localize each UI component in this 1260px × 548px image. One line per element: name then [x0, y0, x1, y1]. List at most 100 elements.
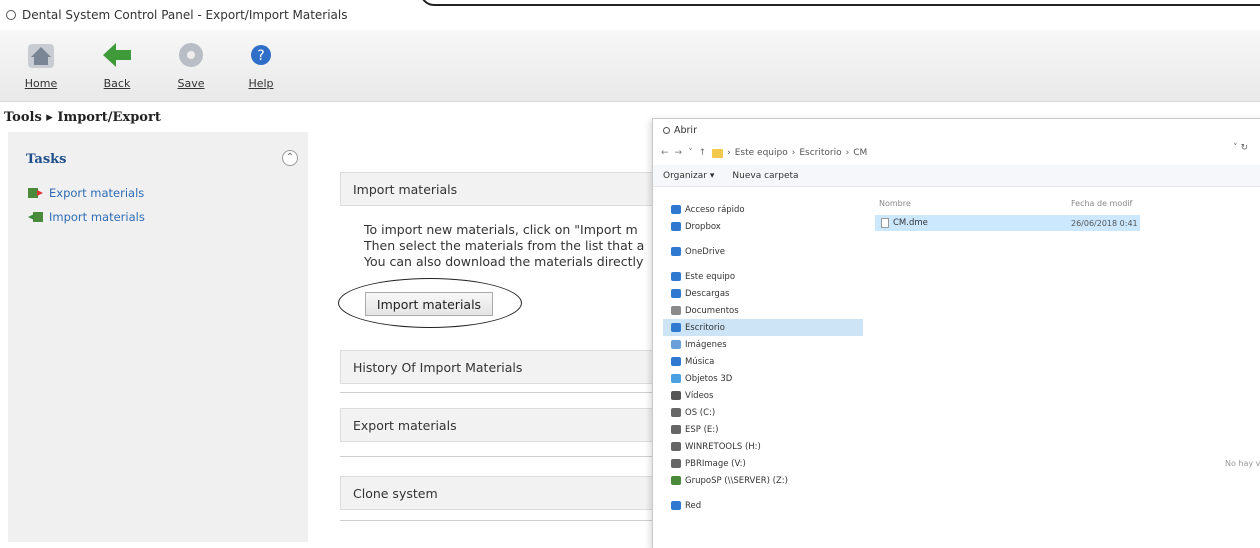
refresh-icon[interactable]: ˅ ↻	[1233, 143, 1248, 153]
app-icon	[6, 10, 16, 20]
home-button[interactable]: Home	[16, 34, 66, 96]
dialog-command-bar: Organizar ▾ Nueva carpeta	[653, 165, 1260, 187]
nav-item-label: Acceso rápido	[685, 204, 745, 215]
nav-item[interactable]: OS (C:)	[667, 404, 867, 421]
nav-item[interactable]: Vídeos	[667, 387, 867, 404]
nav-item[interactable]: PBRImage (V:)	[667, 455, 867, 472]
nav-item[interactable]: ESP (E:)	[667, 421, 867, 438]
export-icon	[28, 188, 43, 198]
path-segment[interactable]: Escritorio	[799, 148, 841, 158]
path-segment[interactable]: Este equipo	[735, 148, 788, 158]
sidebar-item-export-materials[interactable]: Export materials	[28, 186, 144, 200]
nav-item-label: OS (C:)	[685, 407, 716, 418]
nav-item[interactable]: Descargas	[667, 285, 867, 302]
drive-icon	[671, 425, 681, 434]
dialog-titlebar: Abrir	[653, 119, 1260, 141]
home-label: Home	[24, 77, 58, 90]
save-icon	[174, 38, 208, 72]
address-bar[interactable]: ← → ˅ ↑ › Este equipo › Escritorio › CM	[653, 141, 1260, 165]
cube-icon	[671, 374, 681, 383]
nav-item[interactable]: Documentos	[667, 302, 867, 319]
drive-icon	[671, 442, 681, 451]
dialog-app-icon	[663, 126, 670, 134]
collapse-chevron-icon[interactable]: ⌃	[282, 150, 298, 166]
breadcrumb: Tools ▸ Import/Export	[4, 110, 161, 125]
empty-preview-note: No hay ve	[1225, 459, 1260, 468]
nav-item-label: Dropbox	[685, 221, 721, 232]
nav-item[interactable]: Este equipo	[667, 268, 867, 285]
navigation-pane: Acceso rápido Dropbox OneDrive Este equipo D…	[663, 201, 867, 514]
nav-item[interactable]: Dropbox	[667, 218, 867, 235]
new-folder-button[interactable]: Nueva carpeta	[732, 171, 798, 181]
file-icon	[881, 218, 889, 228]
sidebar: Tasks ⌃ Export materials Import material…	[8, 132, 308, 542]
back-arrow-icon	[100, 38, 134, 72]
organize-button[interactable]: Organizar ▾	[663, 171, 714, 181]
nav-item-label: Objetos 3D	[685, 373, 733, 384]
drive-icon	[671, 459, 681, 468]
folder-icon	[712, 148, 724, 158]
section-title: Import materials	[353, 181, 458, 197]
tasks-title: Tasks	[26, 152, 67, 167]
cloud-icon	[671, 247, 681, 256]
back-nav-icon[interactable]: ←	[661, 148, 669, 158]
svg-text:?: ?	[257, 48, 264, 64]
nav-item-label: Este equipo	[685, 271, 736, 282]
path-segment[interactable]: CM	[853, 148, 867, 158]
import-icon	[28, 212, 43, 222]
nav-item[interactable]: OneDrive	[667, 243, 867, 260]
help-button[interactable]: ? Help	[236, 34, 286, 96]
help-label: Help	[248, 77, 274, 90]
dropbox-icon	[671, 222, 681, 231]
network-drive-icon	[671, 476, 681, 485]
home-icon	[24, 38, 58, 72]
import-description: To import new materials, click on "Impor…	[364, 222, 644, 270]
column-header-date[interactable]: Fecha de modif	[1071, 199, 1132, 208]
back-label: Back	[103, 77, 131, 90]
path-breadcrumb[interactable]: › Este equipo › Escritorio › CM	[712, 148, 867, 158]
file-row[interactable]: CM.dme 26/06/2018 0:41	[875, 215, 1140, 231]
image-icon	[671, 340, 681, 349]
column-header-name[interactable]: Nombre	[879, 199, 911, 208]
nav-item-label: GrupoSP (\\SERVER) (Z:)	[685, 475, 788, 486]
music-icon	[671, 357, 681, 366]
up-arrow-icon[interactable]: ↑	[699, 148, 707, 158]
save-button[interactable]: Save	[166, 34, 216, 96]
nav-item[interactable]: Música	[667, 353, 867, 370]
forward-nav-icon[interactable]: →	[675, 148, 683, 158]
computer-icon	[671, 272, 681, 281]
nav-item-label: Red	[685, 500, 702, 511]
nav-item-label: PBRImage (V:)	[685, 458, 746, 469]
sidebar-item-label: Export materials	[49, 186, 145, 200]
import-desc-line: Then select the materials from the list …	[364, 238, 645, 253]
file-date: 26/06/2018 0:41	[1071, 218, 1138, 228]
nav-item[interactable]: Red	[667, 497, 867, 514]
import-materials-button[interactable]: Import materials	[365, 292, 493, 316]
section-title: Export materials	[353, 417, 457, 433]
import-desc-line: You can also download the materials dire…	[364, 254, 644, 269]
nav-item[interactable]: Imágenes	[667, 336, 867, 353]
section-title: Clone system	[353, 485, 438, 501]
star-icon	[671, 205, 681, 214]
nav-item[interactable]: GrupoSP (\\SERVER) (Z:)	[667, 472, 867, 489]
nav-item[interactable]: WINRETOOLS (H:)	[667, 438, 867, 455]
import-desc-line: To import new materials, click on "Impor…	[364, 222, 638, 237]
nav-item-label: WINRETOOLS (H:)	[685, 441, 761, 452]
sidebar-item-import-materials[interactable]: Import materials	[28, 210, 145, 224]
nav-item-label: Imágenes	[685, 339, 727, 350]
save-label: Save	[177, 77, 205, 90]
nav-item[interactable]: Objetos 3D	[667, 370, 867, 387]
back-button[interactable]: Back	[92, 34, 142, 96]
window-title: Dental System Control Panel - Export/Imp…	[22, 8, 348, 22]
section-title: History Of Import Materials	[353, 359, 523, 375]
nav-item[interactable]: Acceso rápido	[667, 201, 867, 218]
toolbar: Home Back Save ? Help	[0, 30, 1260, 102]
dialog-title: Abrir	[674, 124, 697, 136]
nav-item[interactable]: Escritorio	[663, 319, 863, 336]
drive-icon	[671, 408, 681, 417]
nav-item-label: Vídeos	[685, 390, 714, 401]
nav-item-label: ESP (E:)	[685, 424, 719, 435]
nav-item-label: Descargas	[685, 288, 730, 299]
chevron-down-icon[interactable]: ˅	[688, 148, 693, 158]
help-icon: ?	[244, 38, 278, 72]
